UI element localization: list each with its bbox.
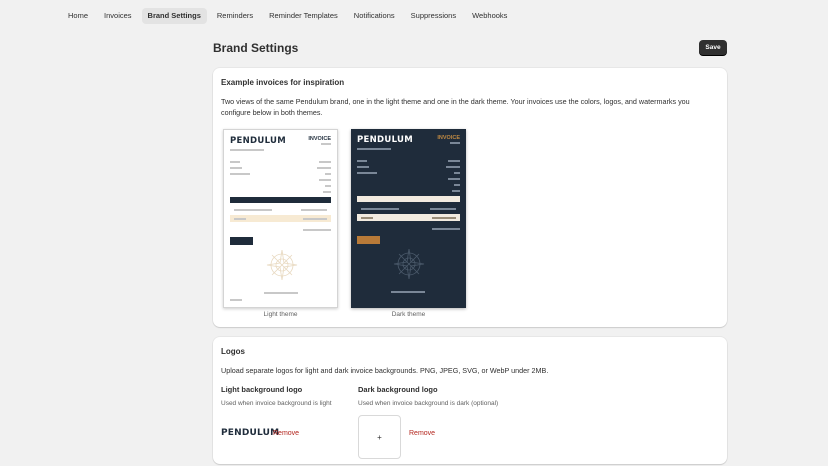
light-logo-hint: Used when invoice background is light <box>221 400 332 407</box>
logos-card: Logos Upload separate logos for light an… <box>213 337 727 464</box>
light-logo-preview[interactable]: PENDULUM <box>221 428 279 438</box>
dark-logo-title: Dark background logo <box>358 385 438 394</box>
save-button[interactable]: Save <box>699 40 727 55</box>
tab-webhooks[interactable]: Webhooks <box>466 8 513 24</box>
example-invoices-description: Two views of the same Pendulum brand, on… <box>221 97 690 117</box>
tab-suppressions[interactable]: Suppressions <box>405 8 462 24</box>
remove-light-logo-button[interactable]: Remove <box>273 430 299 437</box>
dark-logo-upload[interactable]: + <box>358 415 401 459</box>
example-invoices-card: Example invoices for inspiration Two vie… <box>213 68 727 327</box>
tab-invoices[interactable]: Invoices <box>98 8 138 24</box>
remove-dark-logo-button[interactable]: Remove <box>409 430 435 437</box>
light-logo-title: Light background logo <box>221 385 303 394</box>
pay-button-sample <box>230 237 253 245</box>
pay-button-sample <box>357 236 380 244</box>
dark-invoice-preview[interactable]: PENDULUM INVOICE <box>351 129 466 308</box>
logos-description: Upload separate logos for light and dark… <box>221 366 549 375</box>
light-theme-caption: Light theme <box>263 311 298 318</box>
page-title: Brand Settings <box>213 41 299 55</box>
compass-watermark-icon <box>266 249 298 281</box>
dark-logo-hint: Used when invoice background is dark (op… <box>358 400 499 407</box>
example-invoices-title: Example invoices for inspiration <box>221 78 345 87</box>
top-nav: Home Invoices Brand Settings Reminders R… <box>62 8 513 24</box>
tab-home[interactable]: Home <box>62 8 94 24</box>
compass-watermark-icon <box>393 248 425 280</box>
invoice-title: INVOICE <box>437 135 460 141</box>
light-invoice-preview[interactable]: PENDULUM INVOICE <box>223 129 338 308</box>
logos-title: Logos <box>221 347 245 356</box>
tab-reminder-templates[interactable]: Reminder Templates <box>263 8 344 24</box>
tab-brand-settings[interactable]: Brand Settings <box>141 8 207 24</box>
dark-theme-caption: Dark theme <box>391 311 426 318</box>
invoice-brand-logo: PENDULUM <box>357 135 413 145</box>
invoice-title: INVOICE <box>308 136 331 142</box>
tab-reminders[interactable]: Reminders <box>211 8 259 24</box>
tab-notifications[interactable]: Notifications <box>348 8 401 24</box>
invoice-brand-logo: PENDULUM <box>230 136 286 146</box>
